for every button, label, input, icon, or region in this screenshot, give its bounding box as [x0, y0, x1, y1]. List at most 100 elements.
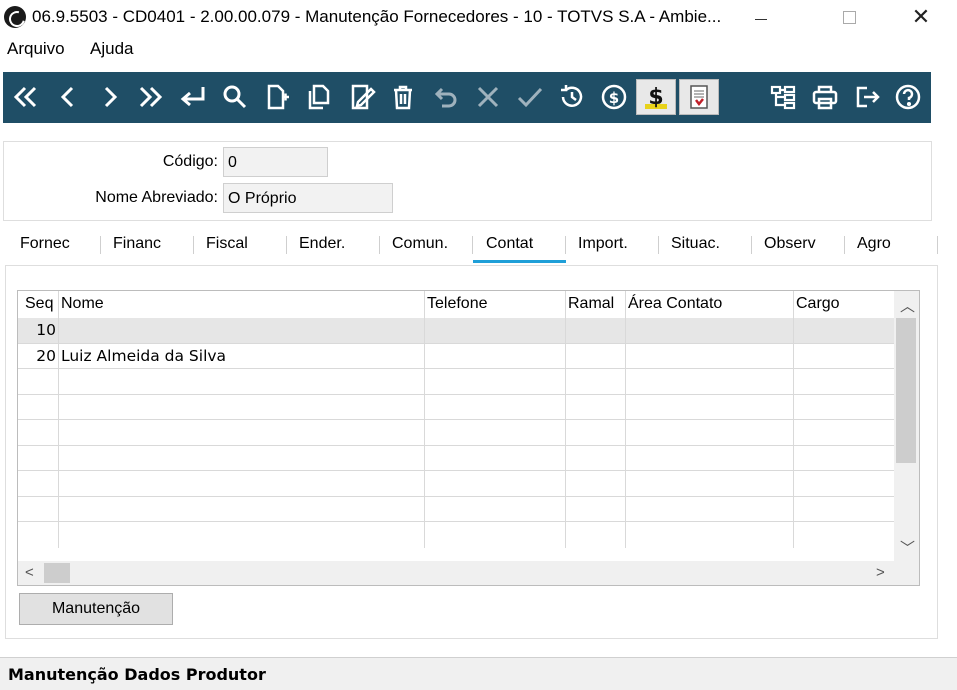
- currency-button[interactable]: $: [595, 79, 633, 115]
- help-icon: [895, 84, 921, 110]
- next-record-icon: [104, 86, 118, 108]
- maximize-icon: [842, 10, 856, 24]
- empty-row[interactable]: [18, 394, 894, 420]
- menu-arquivo[interactable]: Arquivo: [7, 39, 65, 59]
- history-button[interactable]: [553, 79, 591, 115]
- new-record-button[interactable]: [258, 79, 296, 115]
- tab-import[interactable]: Import.: [578, 235, 628, 263]
- empty-row[interactable]: [18, 420, 894, 446]
- column-header-cargo[interactable]: Cargo: [794, 291, 894, 318]
- table-row[interactable]: 20 Luiz Almeida da Silva: [18, 343, 894, 369]
- tab-divider: [193, 236, 194, 254]
- tree-view-button[interactable]: [764, 79, 802, 115]
- empty-row[interactable]: [18, 522, 894, 548]
- previous-record-button[interactable]: [49, 79, 87, 115]
- copy-record-icon: [308, 84, 330, 110]
- contacts-grid[interactable]: Seq Nome Telefone Ramal Área Contato Car…: [17, 290, 920, 586]
- status-text: Manutenção Dados Produtor: [8, 665, 266, 684]
- tab-agro[interactable]: Agro: [857, 235, 891, 263]
- minimize-icon: [755, 18, 767, 20]
- tab-fornec[interactable]: Fornec: [20, 235, 70, 263]
- delete-button[interactable]: [384, 79, 422, 115]
- empty-row[interactable]: [18, 369, 894, 395]
- nome-abreviado-label: Nome Abreviado:: [95, 189, 218, 206]
- tab-bar: Fornec Financ Fiscal Ender. Comun. Conta…: [0, 228, 940, 264]
- tab-observ[interactable]: Observ: [764, 235, 816, 263]
- search-icon: [223, 85, 247, 109]
- column-header-telefone[interactable]: Telefone: [425, 291, 566, 318]
- help-button[interactable]: [889, 79, 927, 115]
- svg-text:$: $: [648, 85, 663, 110]
- vertical-scroll-thumb[interactable]: [896, 318, 916, 463]
- tab-divider: [937, 236, 938, 254]
- manutencao-button[interactable]: Manutenção: [19, 593, 173, 625]
- horizontal-scrollbar[interactable]: < >: [18, 561, 919, 585]
- search-button[interactable]: [216, 79, 254, 115]
- tree-icon: [770, 85, 796, 110]
- exit-button[interactable]: [848, 79, 886, 115]
- close-button[interactable]: ✕: [898, 0, 944, 34]
- tab-financ[interactable]: Financ: [113, 235, 161, 263]
- horizontal-scroll-thumb[interactable]: [44, 563, 70, 583]
- tab-contat[interactable]: Contat: [473, 235, 566, 263]
- scroll-down-icon[interactable]: ﹀: [900, 537, 915, 558]
- table-row[interactable]: 10: [18, 318, 894, 344]
- column-header-area-contato[interactable]: Área Contato: [626, 291, 794, 318]
- first-record-button[interactable]: [7, 79, 45, 115]
- minimize-button[interactable]: [738, 0, 784, 34]
- grid-body: 10 20 Luiz Almeida da Silva: [18, 318, 894, 548]
- tab-divider: [844, 236, 845, 254]
- column-header-ramal[interactable]: Ramal: [566, 291, 626, 318]
- report-button[interactable]: [679, 79, 719, 115]
- last-record-button[interactable]: [131, 79, 169, 115]
- currency-icon: $: [601, 84, 627, 110]
- tab-comun[interactable]: Comun.: [392, 235, 448, 263]
- edit-record-button[interactable]: [343, 79, 381, 115]
- scroll-up-icon[interactable]: ︿: [900, 295, 915, 316]
- next-record-button[interactable]: [91, 79, 129, 115]
- cell-area-contato: [626, 318, 794, 343]
- column-header-nome[interactable]: Nome: [59, 291, 425, 318]
- dollar-icon: $: [645, 85, 667, 110]
- print-button[interactable]: [806, 79, 844, 115]
- cell-nome: Luiz Almeida da Silva: [59, 343, 425, 368]
- column-header-seq[interactable]: Seq: [18, 291, 59, 318]
- menu-ajuda[interactable]: Ajuda: [90, 39, 133, 59]
- scroll-right-icon[interactable]: >: [876, 564, 885, 581]
- nome-abreviado-field[interactable]: O Próprio: [223, 183, 393, 213]
- tab-ender[interactable]: Ender.: [299, 235, 345, 263]
- title-bar: 06.9.5503 - CD0401 - 2.00.00.079 - Manut…: [0, 0, 957, 34]
- tab-divider: [565, 236, 566, 254]
- copy-record-button[interactable]: [300, 79, 338, 115]
- empty-row[interactable]: [18, 471, 894, 497]
- save-button[interactable]: [511, 79, 549, 115]
- codigo-label: Código:: [162, 153, 218, 170]
- cell-telefone: [425, 343, 566, 368]
- scroll-left-icon[interactable]: <: [25, 564, 34, 581]
- cell-cargo: [794, 318, 894, 343]
- window-title: 06.9.5503 - CD0401 - 2.00.00.079 - Manut…: [32, 7, 722, 26]
- first-record-icon: [13, 86, 37, 108]
- codigo-field[interactable]: 0: [223, 147, 328, 177]
- history-icon: [561, 85, 583, 107]
- tab-divider: [658, 236, 659, 254]
- cell-cargo: [794, 344, 894, 369]
- tab-divider: [379, 236, 380, 254]
- maximize-button[interactable]: [826, 0, 872, 34]
- new-record-icon: [267, 84, 289, 110]
- previous-record-icon: [60, 86, 74, 108]
- undo-button[interactable]: [427, 79, 465, 115]
- undo-icon: [434, 87, 457, 108]
- tab-situac[interactable]: Situac.: [671, 235, 720, 263]
- cell-ramal: [566, 343, 626, 368]
- cell-seq: 20: [18, 343, 59, 368]
- status-bar: Manutenção Dados Produtor: [0, 657, 957, 690]
- tab-fiscal[interactable]: Fiscal: [206, 235, 248, 263]
- cancel-button[interactable]: [469, 79, 507, 115]
- report-icon: [690, 85, 708, 109]
- empty-row[interactable]: [18, 445, 894, 471]
- vertical-scrollbar[interactable]: ︿ ﹀: [894, 291, 919, 561]
- empty-row[interactable]: [18, 496, 894, 522]
- dollar-button[interactable]: $: [636, 79, 676, 115]
- go-to-button[interactable]: [174, 79, 212, 115]
